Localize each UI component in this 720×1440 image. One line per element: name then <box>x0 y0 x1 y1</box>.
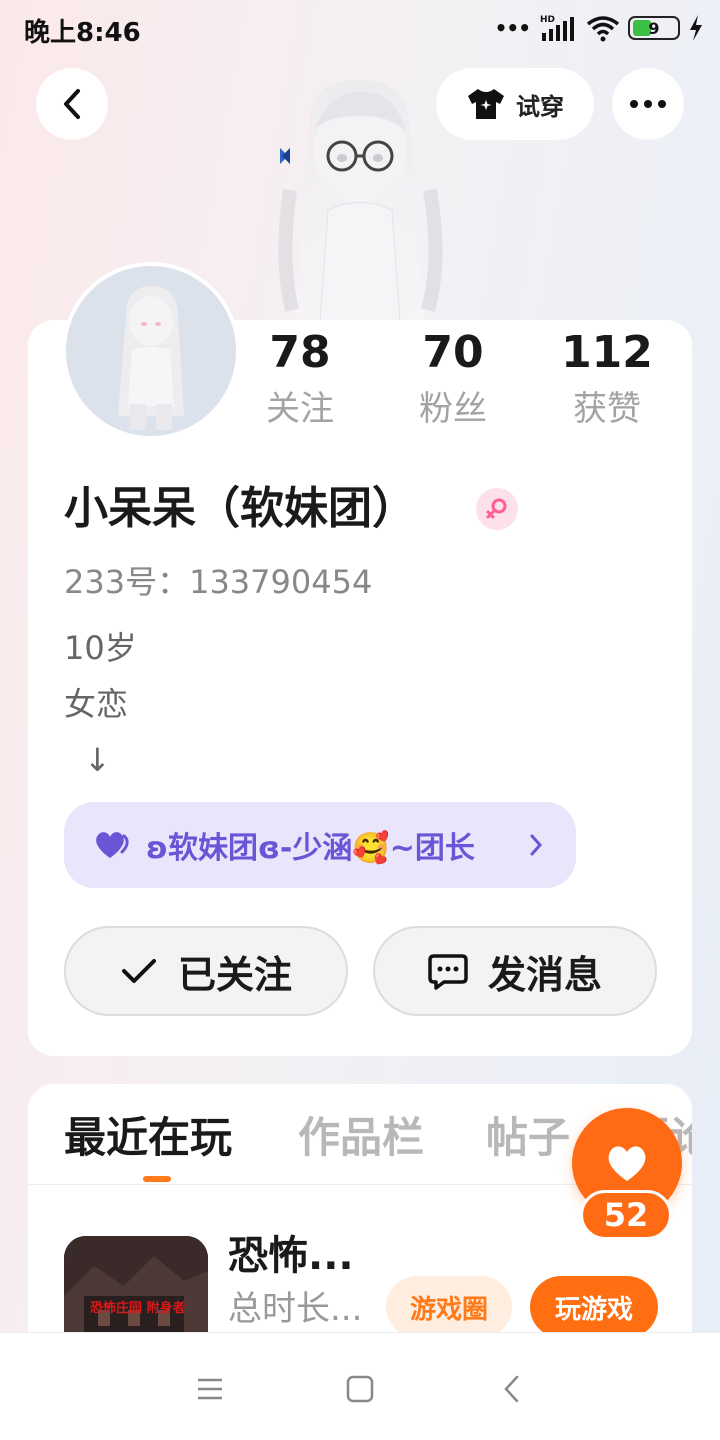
chevron-right-icon <box>530 834 543 856</box>
stat-followers-label: 粉丝 <box>419 389 487 429</box>
followed-label: 已关注 <box>177 952 292 997</box>
menu-icon <box>198 1378 222 1400</box>
game-thumb-title: 恐怖庄园 附身者 <box>90 1300 186 1316</box>
battery-level: 9 <box>648 18 660 38</box>
stat-followers-value: 70 <box>422 327 484 378</box>
try-on-button[interactable]: 试穿 <box>436 68 594 140</box>
back-arrow-icon <box>64 89 80 119</box>
like-count: 52 <box>580 1190 672 1240</box>
game-circle-button[interactable]: 游戏圈 <box>386 1276 512 1338</box>
send-message-label: 发消息 <box>487 952 602 997</box>
user-id[interactable]: 233号：133790454 <box>64 558 372 606</box>
status-icons: ••• HD 9 <box>495 12 704 44</box>
try-on-label: 试穿 <box>516 92 564 121</box>
group-label: ʚ软妹团ɞ-少涵🥰~团长 <box>146 831 475 866</box>
more-notifications-icon: ••• <box>494 16 531 40</box>
heart-icon <box>608 1146 646 1181</box>
charging-icon <box>690 15 702 41</box>
stat-followers[interactable]: 70 粉丝 <box>383 326 523 434</box>
more-options-button[interactable] <box>612 68 684 140</box>
purple-heart-icon <box>96 832 129 858</box>
stat-following[interactable]: 78 关注 <box>230 326 370 434</box>
active-tab-indicator <box>143 1176 171 1182</box>
tab-works[interactable]: 作品栏 <box>298 1108 424 1168</box>
group-badge[interactable]: ʚ软妹团ɞ-少涵🥰~团长 <box>64 802 576 888</box>
profile-avatar[interactable] <box>62 262 240 440</box>
bio-line-text: 女恋 <box>64 685 129 723</box>
back-button[interactable] <box>36 68 108 140</box>
hd-label: HD <box>540 15 555 25</box>
check-icon <box>121 959 156 983</box>
female-gender-icon <box>476 488 518 530</box>
play-game-button[interactable]: 玩游戏 <box>530 1276 658 1338</box>
stat-following-value: 78 <box>269 327 331 378</box>
tab-recently-played[interactable]: 最近在玩 <box>64 1108 232 1168</box>
nav-back-button[interactable] <box>492 1369 532 1409</box>
game-title[interactable]: 恐怖... <box>228 1228 354 1284</box>
system-nav-bar <box>0 1332 720 1440</box>
chat-bubble-icon <box>428 954 468 990</box>
more-dots-icon <box>630 100 666 108</box>
stat-likes-value: 112 <box>561 327 653 378</box>
nav-back-icon <box>504 1375 519 1403</box>
followed-button[interactable]: 已关注 <box>64 926 348 1016</box>
nav-menu-button[interactable] <box>190 1369 230 1409</box>
status-bar: 晚上8:46 ••• HD 9 <box>0 0 720 56</box>
game-playtime: 总时长... <box>228 1289 363 1329</box>
stat-following-label: 关注 <box>266 389 334 429</box>
stat-likes-label: 获赞 <box>573 389 641 429</box>
send-message-button[interactable]: 发消息 <box>373 926 657 1016</box>
status-time: 晚上8:46 <box>24 18 141 48</box>
bio-line-arrow: ↓ <box>84 741 111 779</box>
tshirt-icon <box>468 89 504 119</box>
nickname: 小呆呆（软妹团） <box>64 483 416 534</box>
wifi-icon <box>586 16 620 42</box>
home-square-icon <box>346 1375 374 1403</box>
bio-line-age: 10岁 <box>64 629 137 667</box>
nav-home-button[interactable] <box>340 1369 380 1409</box>
signal-icon: HD <box>540 15 574 41</box>
battery-icon: 9 <box>628 16 680 40</box>
tab-posts[interactable]: 帖子 <box>486 1108 570 1168</box>
stat-likes[interactable]: 112 获赞 <box>537 326 677 434</box>
